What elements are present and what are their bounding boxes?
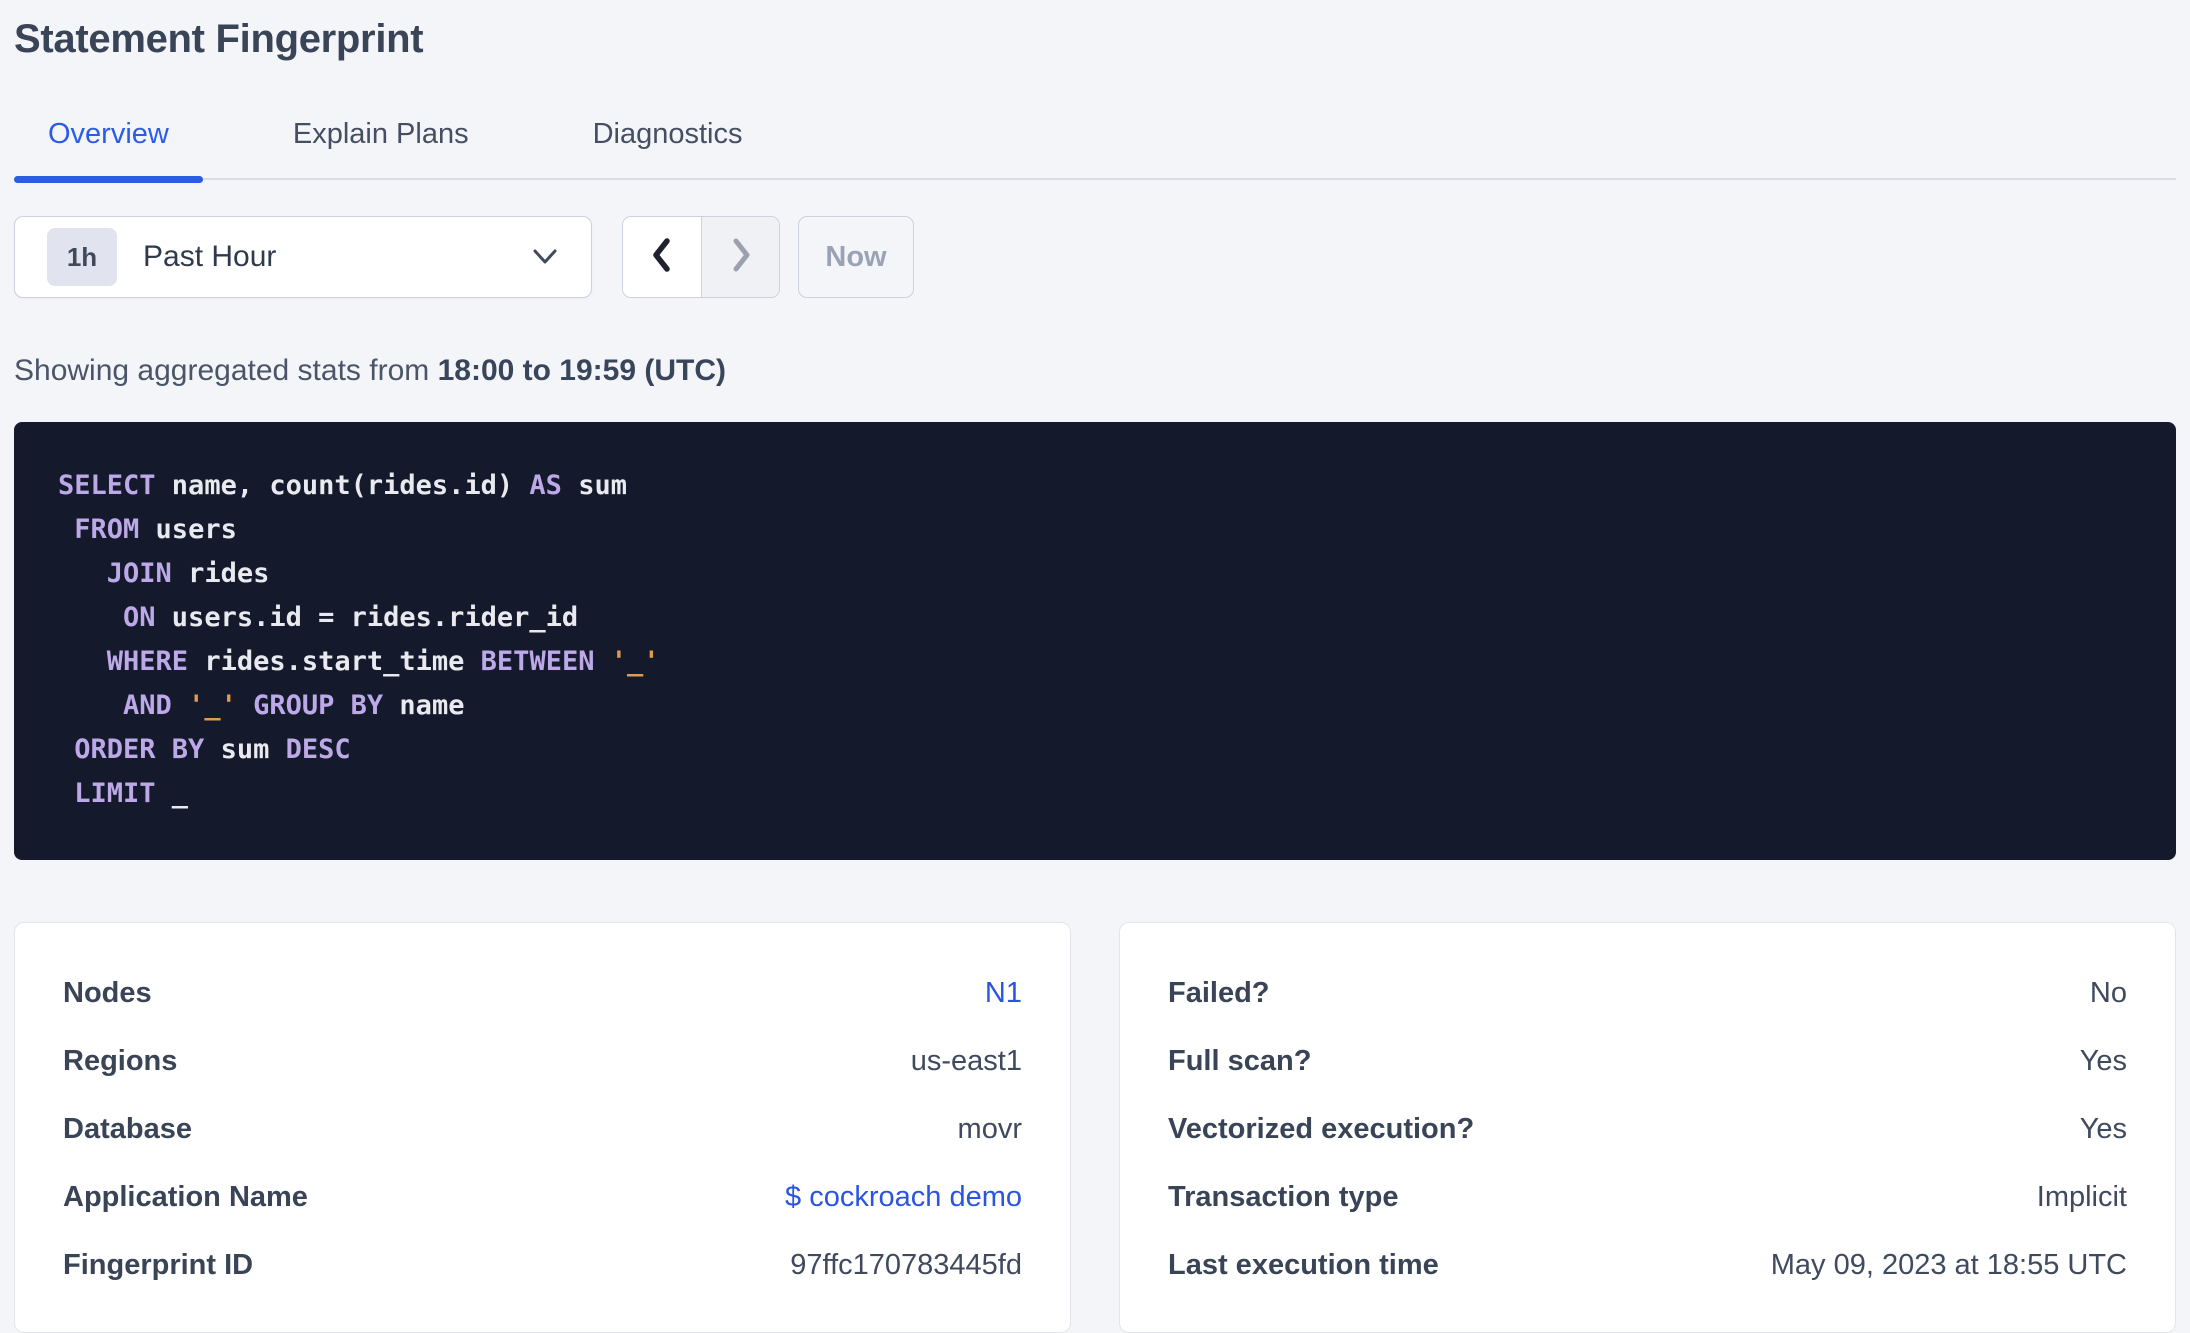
sql-code-line: WHERE rides.start_time BETWEEN '_' <box>106 646 660 677</box>
sql-code-line: JOIN rides <box>106 558 270 589</box>
tab-diagnostics[interactable]: Diagnostics <box>559 116 777 178</box>
sql-code: SELECT name, count(rides.id) AS sum FROM… <box>58 464 2146 816</box>
execution-attributes-card-rows: Failed? No Full scan? Yes Vectorized executi… <box>1168 971 2127 1288</box>
time-range-badge: 1h <box>47 228 117 286</box>
summary-row: Transaction type Implicit <box>1168 1175 2127 1220</box>
summary-row-label: Database <box>63 1113 192 1145</box>
now-button[interactable]: Now <box>798 216 914 298</box>
summary-row-value: May 09, 2023 at 18:55 UTC <box>1770 1249 2127 1281</box>
next-time-button[interactable] <box>701 217 779 297</box>
chevron-left-icon <box>648 235 676 280</box>
summary-row: Vectorized execution? Yes <box>1168 1107 2127 1152</box>
execution-attributes-card: Failed? No Full scan? Yes Vectorized executi… <box>1119 922 2176 1333</box>
sql-code-line: AND '_' GROUP BY name <box>123 690 465 721</box>
sql-code-line: LIMIT _ <box>74 778 189 809</box>
summary-row-value-link[interactable]: N1 <box>985 971 1022 1016</box>
page-title: Statement Fingerprint <box>14 17 424 61</box>
chevron-down-icon <box>529 247 561 267</box>
summary-row-label: Fingerprint ID <box>63 1249 254 1281</box>
aggregated-stats-caption: Showing aggregated stats from 18:00 to 1… <box>14 354 2176 388</box>
time-picker-row: 1h Past Hour Now <box>14 216 2176 298</box>
summary-row-value: movr <box>957 1113 1022 1145</box>
summary-row: Application Name $ cockroach demo <box>63 1175 1022 1220</box>
summary-cards: Nodes N1 Regions us-east1 Database movr Applic… <box>14 922 2176 1333</box>
sql-statement-box: SELECT name, count(rides.id) AS sum FROM… <box>14 422 2176 860</box>
summary-row: Full scan? Yes <box>1168 1039 2127 1084</box>
summary-row-value: us-east1 <box>910 1045 1022 1077</box>
tab-explain-plans[interactable]: Explain Plans <box>259 116 503 178</box>
summary-row: Last execution time May 09, 2023 at 18:55… <box>1168 1243 2127 1288</box>
summary-row-label: Last execution time <box>1168 1249 1439 1281</box>
statement-fingerprint-page: Statement Fingerprint Overview Explain Pl… <box>0 0 2190 1333</box>
stats-caption-prefix: Showing aggregated stats from <box>14 354 438 387</box>
sql-code-line: SELECT name, count(rides.id) AS sum <box>58 470 627 501</box>
stats-caption-range: 18:00 to 19:59 (UTC) <box>437 354 726 387</box>
summary-row: Failed? No <box>1168 971 2127 1016</box>
time-range-dropdown[interactable]: 1h Past Hour <box>14 216 592 298</box>
summary-row-value: Yes <box>2079 1113 2127 1145</box>
summary-row-label: Regions <box>63 1045 178 1077</box>
summary-row-label: Application Name <box>63 1181 308 1213</box>
summary-row: Fingerprint ID 97ffc170783445fd <box>63 1243 1022 1288</box>
sql-code-line: FROM users <box>74 514 237 545</box>
time-range-label: Past Hour <box>143 240 277 273</box>
summary-row-label: Transaction type <box>1168 1181 1399 1213</box>
sql-code-line: ON users.id = rides.rider_id <box>123 602 579 633</box>
tab-list: Overview Explain Plans Diagnostics <box>14 116 2176 183</box>
summary-row-value: Yes <box>2079 1045 2127 1077</box>
sql-code-line: ORDER BY sum DESC <box>74 734 351 765</box>
summary-row-label: Full scan? <box>1168 1045 1312 1077</box>
summary-row-label: Failed? <box>1168 977 1270 1009</box>
summary-row: Nodes N1 <box>63 971 1022 1016</box>
summary-row-value: No <box>2089 977 2127 1009</box>
chevron-right-icon <box>727 235 755 280</box>
tab-overview[interactable]: Overview <box>14 116 203 183</box>
summary-row: Database movr <box>63 1107 1022 1152</box>
summary-row-value: 97ffc170783445fd <box>790 1249 1022 1281</box>
summary-row-label: Nodes <box>63 977 152 1009</box>
statement-details-card-rows: Nodes N1 Regions us-east1 Database movr Applic… <box>63 971 1022 1288</box>
previous-time-button[interactable] <box>623 217 701 297</box>
summary-row-value: Implicit <box>2036 1181 2127 1213</box>
statement-details-card: Nodes N1 Regions us-east1 Database movr Applic… <box>14 922 1071 1333</box>
summary-row-value-link[interactable]: $ cockroach demo <box>785 1175 1022 1220</box>
summary-row: Regions us-east1 <box>63 1039 1022 1084</box>
time-step-button-group <box>622 216 780 298</box>
summary-row-label: Vectorized execution? <box>1168 1113 1475 1145</box>
